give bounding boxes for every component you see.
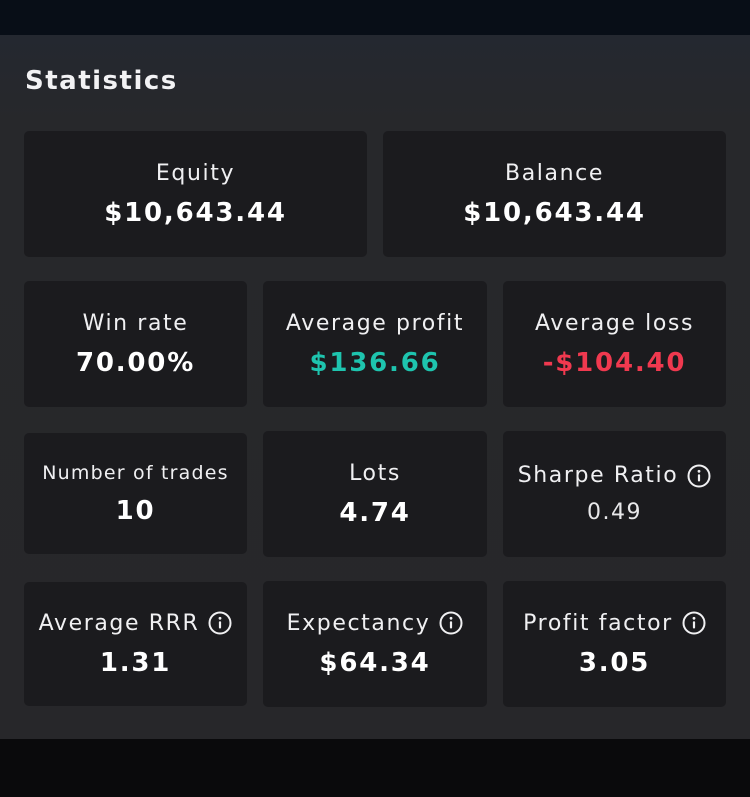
bottom-bar	[0, 739, 750, 797]
average-rrr-card: Average RRR 1.31	[24, 582, 247, 706]
expectancy-label: Expectancy	[286, 610, 431, 636]
sharpe-ratio-value: 0.49	[587, 500, 642, 525]
average-profit-card: Average profit $136.66	[263, 281, 487, 407]
average-profit-label: Average profit	[285, 310, 465, 336]
expectancy-card: Expectancy $64.34	[263, 581, 487, 707]
expectancy-header: Expectancy	[287, 611, 464, 636]
lots-value: 4.74	[339, 497, 411, 528]
equity-card: Equity $10,643.44	[24, 131, 367, 257]
panel-title: Statistics	[25, 66, 178, 96]
average-rrr-value: 1.31	[99, 647, 172, 678]
profit-factor-info-icon[interactable]	[682, 611, 706, 635]
sharpe-ratio-header: Sharpe Ratio	[518, 463, 712, 488]
profit-factor-label: Profit factor	[523, 610, 673, 636]
equity-label: Equity	[155, 160, 236, 186]
average-loss-label: Average loss	[534, 310, 695, 336]
number-of-trades-label: Number of trades	[42, 461, 229, 484]
balance-card: Balance $10,643.44	[383, 131, 726, 257]
profit-factor-header: Profit factor	[523, 611, 706, 636]
average-loss-card: Average loss -$104.40	[503, 281, 726, 407]
top-bar	[0, 0, 750, 35]
average-rrr-label: Average RRR	[38, 610, 200, 636]
average-profit-value: $136.66	[309, 347, 441, 378]
sharpe-ratio-label: Sharpe Ratio	[517, 463, 679, 488]
win-rate-value: 70.00%	[75, 347, 196, 378]
equity-value: $10,643.44	[104, 197, 287, 228]
number-of-trades-card: Number of trades 10	[24, 433, 247, 554]
lots-card: Lots 4.74	[263, 431, 487, 557]
profit-factor-value: 3.05	[578, 647, 651, 678]
balance-value: $10,643.44	[463, 197, 646, 228]
sharpe-ratio-card: Sharpe Ratio 0.49	[503, 431, 726, 557]
lots-label: Lots	[349, 460, 401, 486]
average-rrr-info-icon[interactable]	[208, 611, 232, 635]
profit-factor-card: Profit factor 3.05	[503, 581, 726, 707]
win-rate-label: Win rate	[82, 310, 189, 336]
expectancy-info-icon[interactable]	[439, 611, 463, 635]
expectancy-value: $64.34	[319, 647, 431, 678]
number-of-trades-value: 10	[115, 495, 156, 526]
sharpe-ratio-info-icon[interactable]	[687, 464, 711, 488]
average-loss-value: -$104.40	[542, 347, 687, 378]
balance-label: Balance	[505, 160, 604, 186]
win-rate-card: Win rate 70.00%	[24, 281, 247, 407]
average-rrr-header: Average RRR	[39, 611, 233, 636]
